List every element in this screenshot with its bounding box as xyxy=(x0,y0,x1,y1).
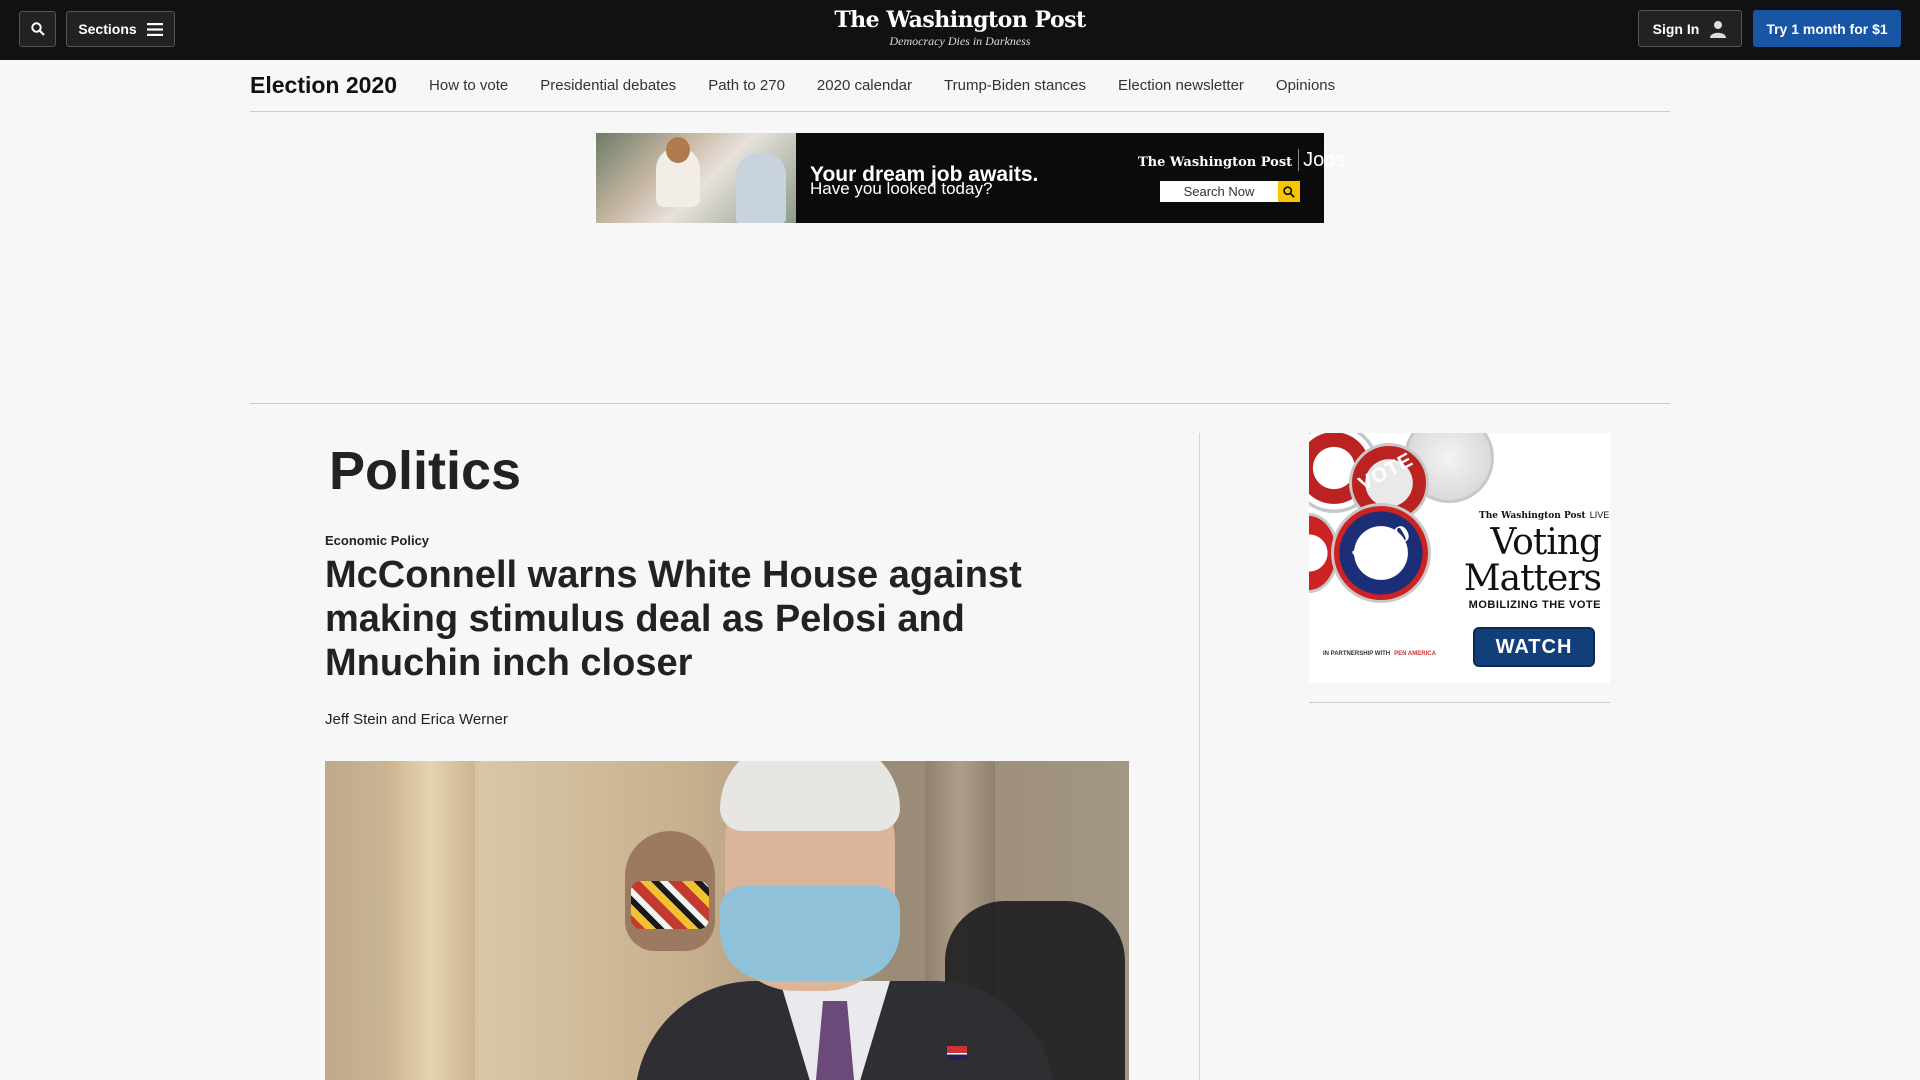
masthead[interactable]: The Washington Post Democracy Dies in Da… xyxy=(760,7,1160,49)
search-icon xyxy=(30,22,45,36)
rail-ad-partner: IN PARTNERSHIP WITH PEN AMERICA xyxy=(1323,651,1436,657)
subscribe-button[interactable]: Try 1 month for $1 xyxy=(1753,10,1901,47)
rail-ad-brand-tag: LIVE xyxy=(1589,510,1610,520)
subnav-item-trump-biden-stances[interactable]: Trump-Biden stances xyxy=(944,77,1086,94)
subnav-item-how-to-vote[interactable]: How to vote xyxy=(429,77,508,94)
rail-ad-partner-name: PEN AMERICA xyxy=(1394,651,1436,657)
ad-photo-person xyxy=(656,137,700,207)
sections-label: Sections xyxy=(78,21,137,37)
ad-photo-handshake xyxy=(596,133,796,223)
rail-ad-brand-name: The Washington Post xyxy=(1479,511,1586,521)
search-button[interactable] xyxy=(19,11,56,47)
ad-section-divider xyxy=(250,403,1670,404)
article-byline[interactable]: Jeff Stein and Erica Werner xyxy=(325,711,508,728)
photo-face-mask xyxy=(720,886,900,981)
search-icon xyxy=(1283,185,1295,198)
subnav-item-2020-calendar[interactable]: 2020 calendar xyxy=(817,77,912,94)
ad-brand-product: Jobs xyxy=(1298,149,1346,171)
subnav-item-election-newsletter[interactable]: Election newsletter xyxy=(1118,77,1244,94)
article-lead-photo xyxy=(325,761,1129,1080)
election-section-title[interactable]: Election 2020 xyxy=(250,72,397,99)
rail-ad-title: Voting Matters xyxy=(1463,522,1602,599)
ad-search-field[interactable]: Search Now xyxy=(1160,181,1278,202)
section-title[interactable]: Politics xyxy=(329,440,521,502)
subnav-item-presidential-debates[interactable]: Presidential debates xyxy=(540,77,676,94)
hamburger-icon xyxy=(146,22,163,36)
sign-in-button[interactable]: Sign In xyxy=(1638,10,1742,47)
rail-ad-subtitle: MOBILIZING THE VOTE xyxy=(1468,599,1601,611)
voting-matters-ad[interactable]: VOTE 2020 The Washington Post LIVE Voting… xyxy=(1309,433,1610,683)
ad-brand: The Washington Post Jobs xyxy=(1138,149,1346,172)
ad-subline: Have you looked today? xyxy=(810,179,993,198)
sections-menu-button[interactable]: Sections xyxy=(66,11,175,47)
site-tagline: Democracy Dies in Darkness xyxy=(889,34,1031,48)
ad-search-button[interactable] xyxy=(1278,181,1300,202)
user-icon xyxy=(1710,20,1727,38)
election-subnav: Election 2020 How to vote Presidential d… xyxy=(250,60,1670,112)
sign-in-label: Sign In xyxy=(1652,20,1700,37)
subnav-item-path-to-270[interactable]: Path to 270 xyxy=(708,77,785,94)
ad-photo-person xyxy=(736,153,786,223)
flag-pin xyxy=(947,1046,967,1060)
article-headline: McConnell warns White House against maki… xyxy=(325,554,1022,684)
site-logo[interactable]: The Washington Post xyxy=(760,7,1160,33)
watch-button[interactable]: WATCH xyxy=(1473,627,1595,667)
ad-brand-name: The Washington Post xyxy=(1138,155,1293,170)
rail-divider xyxy=(1309,702,1610,703)
rail-ad-brand: The Washington Post LIVE xyxy=(1479,510,1609,521)
jobs-ad-banner[interactable]: Your dream job awaits. Have you looked t… xyxy=(596,133,1346,223)
subnav-item-opinions[interactable]: Opinions xyxy=(1276,77,1335,94)
article-kicker[interactable]: Economic Policy xyxy=(325,533,429,548)
column-divider xyxy=(1199,433,1200,1080)
top-navigation-bar: Sections The Washington Post Democracy D… xyxy=(0,0,1920,60)
rail-ad-partner-label: IN PARTNERSHIP WITH xyxy=(1323,651,1391,657)
